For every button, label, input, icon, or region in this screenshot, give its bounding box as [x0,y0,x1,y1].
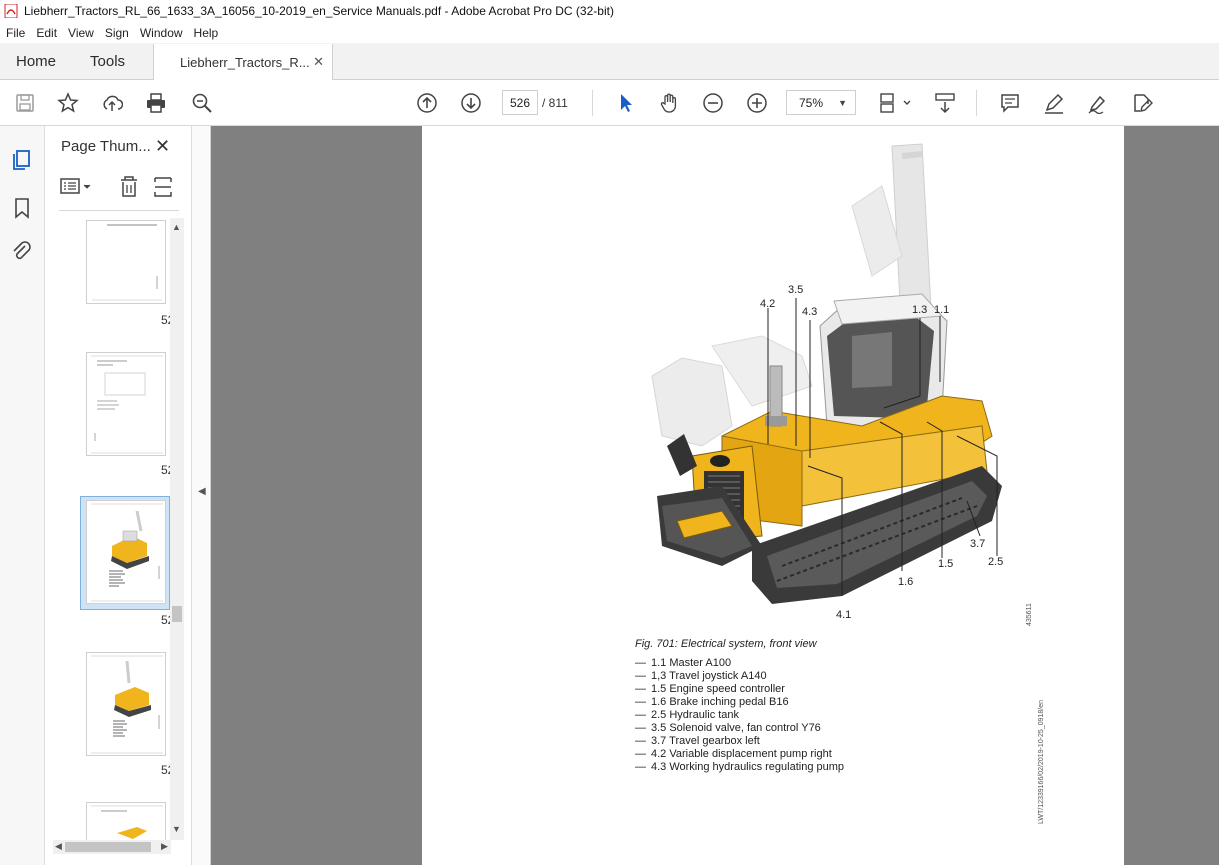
thumbnails-horizontal-scrollbar[interactable]: ◀ ▶ [53,840,171,854]
edit-pdf-icon[interactable] [1130,91,1154,115]
callout-2-5: 2.5 [988,556,1004,568]
pdf-page: 3.5 4.2 4.3 1.3 1.1 3.7 2.5 1.5 1.6 4.1 … [422,126,1124,865]
fit-page-icon[interactable] [878,91,914,115]
scroll-right-icon[interactable]: ▶ [161,841,168,852]
panel-divider [59,210,179,211]
collapse-panel-icon[interactable]: ◀ [198,486,206,497]
page-thumbnail-528[interactable] [86,802,166,842]
toolbar-divider [976,90,977,116]
document-code: LWT/12339166/02/2019-10-25_0918/en [1038,699,1045,824]
save-icon[interactable] [13,91,37,115]
menu-bar: File Edit View Sign Window Help [0,22,1219,43]
callout-1-3: 1.3 [912,304,928,316]
thumbnails-vertical-scrollbar[interactable]: ▲ ▼ [170,218,184,840]
bookmarks-icon[interactable] [10,196,34,220]
tab-bar: Home Tools Liebherr_Tractors_R... ✕ [0,43,1219,80]
bookmark-star-icon[interactable] [56,91,80,115]
tab-tools[interactable]: Tools [72,43,141,79]
callout-1-6: 1.6 [898,576,914,588]
figure-caption: Fig. 701: Electrical system, front view [635,638,817,650]
zoom-in-icon[interactable] [745,91,769,115]
legend-item: —3.5 Solenoid valve, fan control Y76 [635,722,821,734]
callout-3-7: 3.7 [970,538,986,550]
highlight-icon[interactable] [1042,91,1066,115]
callout-3-5: 3.5 [788,284,804,296]
page-up-icon[interactable] [415,91,439,115]
chevron-down-icon: ▼ [838,97,847,108]
callout-1-1: 1.1 [934,304,950,316]
toolbar-divider [592,90,593,116]
tab-home[interactable]: Home [0,43,72,79]
scrollbar-thumb[interactable] [172,606,182,622]
window-title: Liebherr_Tractors_RL_66_1633_3A_16056_10… [24,4,614,18]
legend-item: —2.5 Hydraulic tank [635,709,740,721]
callout-1-5: 1.5 [938,558,954,570]
page-thumbnail-525[interactable] [86,352,166,456]
legend-item: —1.1 Master A100 [635,657,732,669]
comment-icon[interactable] [998,91,1022,115]
select-cursor-icon[interactable] [614,91,638,115]
scroll-down-icon[interactable]: ▼ [172,824,181,834]
legend-item: —1.5 Engine speed controller [635,683,785,695]
page-total: / 811 [542,96,568,110]
page-down-icon[interactable] [459,91,483,115]
left-rail [0,126,45,865]
menu-edit[interactable]: Edit [30,26,62,40]
window-title-bar: Liebherr_Tractors_RL_66_1633_3A_16056_10… [0,0,1219,22]
sign-icon[interactable] [1086,91,1110,115]
panel-toolbar [59,174,179,200]
legend-item: —4.3 Working hydraulics regulating pump [635,761,845,773]
page-thumbnail-524[interactable] [86,220,166,304]
legend-item: —3.7 Travel gearbox left [635,735,760,747]
panel-splitter[interactable]: ◀ [192,126,211,865]
zoom-value: 75% [799,95,824,110]
hand-icon[interactable] [657,91,681,115]
menu-view[interactable]: View [62,26,99,40]
delete-page-icon[interactable] [121,176,137,197]
scrollbar-thumb[interactable] [65,842,151,852]
upload-icon[interactable] [100,91,124,115]
page-thumbnails-panel: Page Thum... ✕ 524 525 [45,126,192,865]
close-panel-icon[interactable]: ✕ [155,136,170,157]
callout-4-3: 4.3 [802,306,818,318]
print-icon[interactable] [144,91,168,115]
page-thumbnails-icon[interactable] [10,148,34,172]
scroll-left-icon[interactable]: ◀ [55,841,62,852]
scroll-mode-icon[interactable] [933,91,957,115]
menu-sign[interactable]: Sign [99,26,134,40]
thumbnail-options-icon[interactable] [60,178,91,194]
zoom-select[interactable]: 75% ▼ [786,90,856,115]
main-toolbar: 526 / 811 75% ▼ [0,80,1219,126]
page-thumbnail-527[interactable] [86,652,166,756]
menu-window[interactable]: Window [134,26,188,40]
attachments-icon[interactable] [10,240,34,264]
zoom-search-icon[interactable] [190,91,214,115]
legend-item: —1.6 Brake inching pedal B16 [635,696,789,708]
menu-help[interactable]: Help [188,26,224,40]
extract-page-icon[interactable] [154,177,172,197]
legend-item: —4.2 Variable displacement pump right [635,748,832,760]
page-thumbnail-526[interactable] [86,500,166,604]
tab-document-label: Liebherr_Tractors_R... [180,54,310,70]
zoom-out-icon[interactable] [701,91,725,115]
figure-id: 435611 [1026,603,1033,626]
menu-file[interactable]: File [0,26,30,40]
document-viewport[interactable]: 3.5 4.2 4.3 1.3 1.1 3.7 2.5 1.5 1.6 4.1 … [211,126,1219,865]
current-page-input[interactable]: 526 [502,90,538,115]
legend-item: —1,3 Travel joystick A140 [635,670,767,682]
scroll-up-icon[interactable]: ▲ [172,222,181,232]
dozer-illustration [651,143,1002,604]
figure-legend: —1.1 Master A100 —1,3 Travel joystick A1… [635,657,844,774]
panel-title: Page Thum... [61,138,151,155]
close-tab-icon[interactable]: ✕ [313,54,324,70]
tab-document[interactable]: Liebherr_Tractors_R... ✕ [153,44,334,80]
callout-4-2: 4.2 [760,298,776,310]
callout-4-1: 4.1 [836,609,852,621]
acrobat-pdf-icon [4,4,18,18]
